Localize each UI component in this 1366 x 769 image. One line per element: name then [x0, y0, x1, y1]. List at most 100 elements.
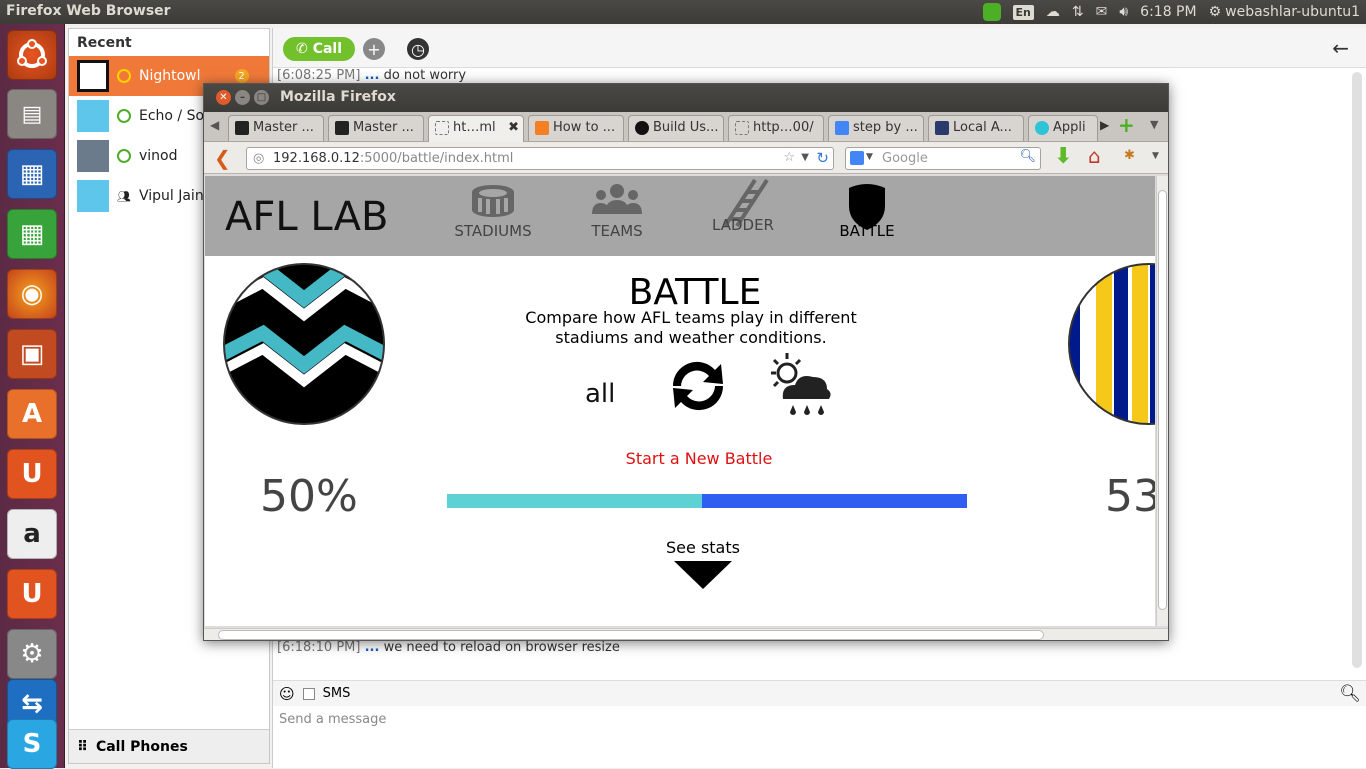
nav-ladder[interactable]: LADDER: [693, 182, 793, 234]
firefox-icon[interactable]: ◉: [7, 269, 57, 319]
skype-tray-icon[interactable]: [983, 3, 1001, 21]
browser-tab[interactable]: Build Us...: [628, 115, 724, 141]
chat-message: [6:18:10 PM] ... we need to reload on br…: [277, 640, 620, 655]
tab-favicon-icon: [535, 121, 549, 135]
url-bar[interactable]: ◎ 192.168.0.12:5000/battle/index.html ☆ …: [246, 147, 834, 170]
keyboard-layout-indicator[interactable]: En: [1013, 5, 1034, 20]
sms-bar: ☺ SMS 🔍︎: [273, 680, 1366, 706]
emoticon-icon[interactable]: ☺: [279, 685, 295, 703]
writer-icon[interactable]: ▦: [7, 149, 57, 199]
sms-checkbox[interactable]: [303, 688, 315, 700]
ubuntu-one-icon[interactable]: U: [7, 449, 57, 499]
google-engine-icon[interactable]: [850, 151, 864, 165]
contact-name: vinod: [139, 148, 178, 164]
message-dots: ...: [365, 68, 380, 83]
system-settings-icon[interactable]: ⚙: [7, 629, 57, 679]
refresh-icon[interactable]: [665, 354, 731, 418]
engine-dropdown-icon[interactable]: ▼: [866, 152, 873, 162]
globe-icon: ◎: [253, 151, 264, 166]
user-name[interactable]: webashlar-ubuntu1: [1225, 4, 1360, 20]
avatar: [77, 60, 109, 92]
status-icon: [117, 149, 131, 163]
see-stats-link[interactable]: See stats: [205, 538, 1155, 595]
call-label: Call: [313, 41, 342, 57]
stadium-filter[interactable]: all: [585, 379, 615, 409]
bookmark-star-icon[interactable]: ☆: [783, 150, 795, 165]
ubuntu-logo-icon[interactable]: [7, 30, 57, 80]
extension-icon[interactable]: ✱: [1124, 148, 1135, 163]
tab-close-icon[interactable]: ✖: [508, 120, 519, 142]
nav-stadiums[interactable]: STADIUMS: [443, 182, 543, 240]
tab-title: Build Us...: [653, 120, 718, 141]
browser-tab[interactable]: How to ...: [528, 115, 624, 141]
search-bar[interactable]: ▼ Google 🔍︎: [845, 147, 1041, 170]
browser-tab[interactable]: Appli: [1028, 115, 1098, 141]
chat-scrollbar[interactable]: [1352, 72, 1362, 668]
gear-icon[interactable]: ⚙: [1209, 4, 1222, 20]
calc-icon[interactable]: ▦: [7, 209, 57, 259]
software-center-icon[interactable]: A: [7, 389, 57, 439]
message-input[interactable]: Send a message: [279, 712, 386, 727]
chat-message: [6:08:25 PM] ... do not worry: [277, 68, 466, 83]
download-icon[interactable]: ⬇: [1054, 144, 1072, 169]
impress-icon[interactable]: ▣: [7, 329, 57, 379]
browser-tab[interactable]: Master ...: [328, 115, 424, 141]
weather-rain-icon[interactable]: [767, 351, 835, 417]
phone-icon: ✆: [296, 41, 308, 57]
back-arrow-icon[interactable]: ←: [1332, 36, 1349, 60]
site-header: AFL LAB STADIUMS TEAMS LADDER BATTLE: [205, 176, 1155, 256]
nav-battle[interactable]: BATTLE: [817, 182, 917, 240]
new-tab-icon[interactable]: +: [1118, 113, 1135, 137]
files-icon[interactable]: ▤: [7, 89, 57, 139]
cloud-icon[interactable]: ☁: [1046, 4, 1060, 20]
browser-tab[interactable]: Master ...: [228, 115, 324, 141]
minimize-icon[interactable]: –: [235, 90, 250, 105]
tab-favicon-icon: [1035, 121, 1049, 135]
clock-icon[interactable]: ◷: [407, 38, 429, 60]
battle-description: Compare how AFL teams play in different …: [205, 308, 1155, 348]
ubuntu-one-music-icon[interactable]: U: [7, 569, 57, 619]
horizontal-scrollbar[interactable]: [204, 628, 1168, 641]
active-app-title: Firefox Web Browser: [6, 3, 171, 19]
tab-scroll-right-icon[interactable]: ▶: [1100, 118, 1109, 132]
search-placeholder: Google: [882, 151, 928, 166]
close-icon[interactable]: ✕: [216, 90, 231, 105]
mail-icon[interactable]: ✉: [1096, 4, 1108, 20]
browser-tab[interactable]: http…00/: [728, 115, 824, 141]
network-icon[interactable]: ⇅: [1072, 4, 1084, 20]
comparison-bar: [447, 494, 967, 508]
tab-scroll-left-icon[interactable]: ◀: [210, 118, 219, 132]
scroll-thumb[interactable]: [1158, 190, 1167, 610]
add-icon[interactable]: +: [363, 38, 385, 60]
browser-tab[interactable]: step by ...: [828, 115, 924, 141]
search-icon[interactable]: 🔍︎: [1339, 684, 1361, 704]
avatar: [77, 140, 109, 172]
see-stats-label: See stats: [205, 538, 1155, 557]
amazon-icon[interactable]: a: [7, 509, 57, 559]
call-button[interactable]: ✆ Call: [283, 37, 355, 61]
menu-arrow-icon[interactable]: ▼: [1152, 151, 1159, 161]
comparison-bar-left: [447, 494, 702, 508]
tab-bar: ◀ Master ... Master ... ht…ml✖ How to ..…: [204, 112, 1168, 142]
browser-tab-active[interactable]: ht…ml✖: [428, 115, 524, 142]
skype-launcher-icon[interactable]: S: [7, 719, 57, 769]
search-icon[interactable]: 🔍︎: [1019, 149, 1036, 164]
nav-teams[interactable]: TEAMS: [567, 182, 667, 240]
dropdown-arrow-icon[interactable]: ▼: [801, 152, 809, 163]
web-page: AFL LAB STADIUMS TEAMS LADDER BATTLE: [205, 176, 1155, 626]
maximize-icon[interactable]: □: [254, 90, 269, 105]
reload-icon[interactable]: ↻: [816, 149, 829, 167]
vertical-scrollbar[interactable]: [1156, 176, 1168, 626]
scroll-thumb[interactable]: [218, 630, 1044, 640]
call-phones-button[interactable]: ⠿ Call Phones: [69, 729, 269, 763]
tab-list-icon[interactable]: ▼: [1150, 118, 1158, 131]
site-logo[interactable]: AFL LAB: [225, 194, 388, 240]
back-button-icon[interactable]: ❮: [214, 146, 231, 170]
volume-icon[interactable]: 🔊︎: [1119, 4, 1128, 20]
contact-name: Nightowl: [139, 68, 201, 84]
browser-tab[interactable]: Local A...: [928, 115, 1024, 141]
clock[interactable]: 6:18 PM: [1140, 4, 1196, 20]
start-new-battle-link[interactable]: Start a New Battle: [205, 449, 1155, 468]
home-icon[interactable]: ⌂: [1088, 144, 1101, 168]
tab-favicon-icon: [335, 121, 349, 135]
